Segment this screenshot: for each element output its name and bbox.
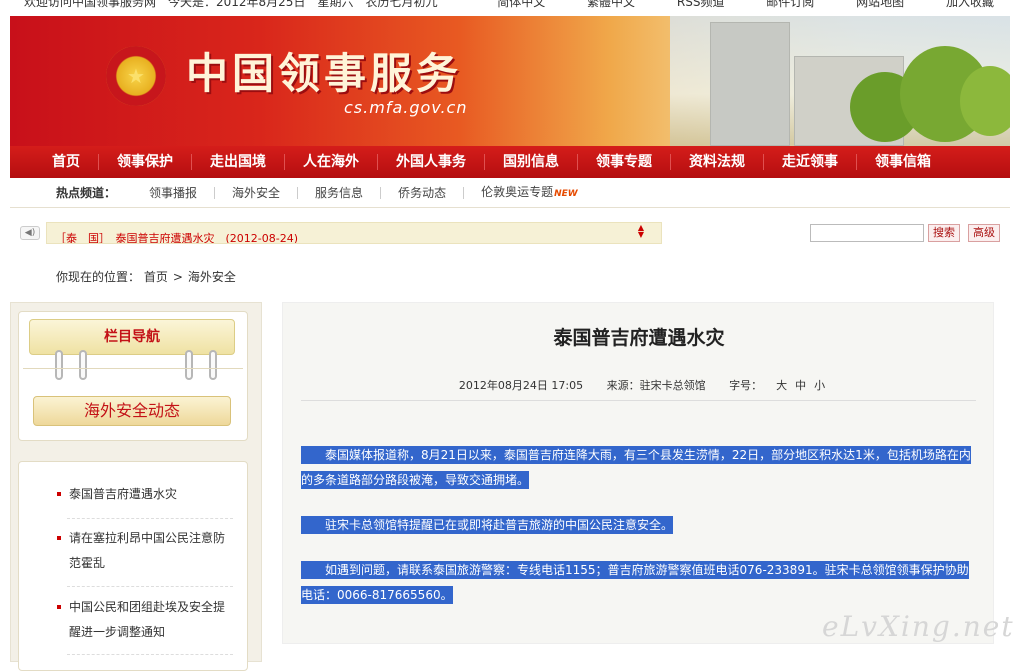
banner-building [710, 22, 790, 146]
selected-text: 泰国媒体报道称，8月21日以来，泰国普吉府连降大雨，有三个县发生涝情，22日，部… [301, 446, 971, 489]
article-list: 泰国普吉府遭遇水灾 请在塞拉利昂中国公民注意防范霍乱 中国公民和团组赴埃及安全提… [18, 461, 248, 671]
article-paragraph: 驻宋卡总领馆特提醒已在或即将赴普吉旅游的中国公民注意安全。 [301, 513, 977, 538]
list-item-label: 请在塞拉利昂中国公民注意防范霍乱 [69, 531, 226, 570]
nav-item-going-abroad[interactable]: 走出国境 [192, 154, 285, 170]
national-emblem-icon: ★ [106, 46, 166, 106]
ticker-scroll-arrows-icon[interactable]: ▲ ▼ [636, 224, 646, 239]
new-badge: NEW [554, 188, 578, 199]
hot-channel-london-olympics-label: 伦敦奥运专题 [481, 184, 554, 199]
nav-item-regulations[interactable]: 资料法规 [671, 154, 764, 170]
article-paragraph: 泰国媒体报道称，8月21日以来，泰国普吉府连降大雨，有三个县发生涝情，22日，部… [301, 443, 977, 493]
advanced-search-button[interactable]: 高级 [968, 224, 1000, 242]
hot-channel-overseas-chinese[interactable]: 侨务动态 [381, 186, 465, 199]
article-meta: 2012年08月24日 17:05 来源：驻宋卡总领馆 字号： 大中小 [283, 377, 995, 393]
top-bar: 欢迎访问中国领事服务网 今天是：2012年8月25日 星期六 农历七月初九 简体… [0, 0, 1028, 14]
nav-item-consular-mailbox[interactable]: 领事信箱 [857, 154, 949, 170]
list-item-label: 中国公民和团组赴埃及安全提醒进一步调整通知 [69, 600, 226, 639]
nav-item-overseas[interactable]: 人在海外 [285, 154, 378, 170]
top-link-favorite[interactable]: 加入收藏 [946, 0, 994, 9]
hot-channel-service-info[interactable]: 服务信息 [298, 186, 382, 199]
top-link-subscribe[interactable]: 邮件订阅 [766, 0, 814, 9]
hot-channel-consular-news[interactable]: 领事播报 [132, 186, 216, 199]
article-date: 2012年08月24日 17:05 [458, 379, 584, 392]
hot-channel-london-olympics[interactable]: 伦敦奥运专题NEW [464, 186, 595, 200]
top-link-sitemap[interactable]: 网站地图 [856, 0, 904, 9]
nav-item-home[interactable]: 首页 [34, 154, 99, 170]
list-item[interactable]: 中国公民和团组赴埃及安全提醒进一步调整通知 [57, 595, 229, 645]
list-item[interactable]: 请在塞拉利昂中国公民注意防范霍乱 [57, 526, 229, 576]
sidebar: 栏目导航 海外安全动态 泰国普吉府遭遇水灾 请在塞拉利昂中国公民注意防范霍乱 中… [10, 302, 262, 671]
hot-channels-bar: 热点频道： 领事播报 海外安全 服务信息 侨务动态 伦敦奥运专题NEW [10, 178, 1010, 208]
breadcrumb-home[interactable]: 首页 [144, 270, 168, 284]
news-ticker-bar: ◀) ［泰 国］ 泰国普吉府遭遇水灾 (2012-08-24) ▲ ▼ 搜索 高级 [10, 214, 1010, 252]
site-banner: ★ 中国领事服务 cs.mfa.gov.cn [10, 16, 1010, 146]
selected-text: 驻宋卡总领馆特提醒已在或即将赴普吉旅游的中国公民注意安全。 [301, 516, 674, 534]
font-size-label: 字号： [729, 379, 763, 392]
watermark: eLvXing.net [822, 610, 1015, 643]
breadcrumb-label: 你现在的位置： [56, 270, 141, 284]
list-divider [67, 518, 233, 519]
notepad-edge [23, 368, 243, 386]
top-link-simplified[interactable]: 简体中文 [497, 0, 545, 9]
top-link-rss[interactable]: RSS频道 [677, 0, 725, 9]
list-item-label: 泰国普吉府遭遇水灾 [69, 487, 178, 501]
selected-text: 如遇到问题，请联系泰国旅游警察：专线电话1155；普吉府旅游警察值班电话076-… [301, 561, 969, 604]
search-input[interactable] [810, 224, 924, 242]
site-logo-title[interactable]: 中国领事服务 [186, 40, 462, 101]
nav-item-consular-protection[interactable]: 领事保护 [99, 154, 192, 170]
breadcrumb-current[interactable]: 海外安全 [188, 270, 236, 284]
list-divider [67, 654, 233, 655]
top-links: 简体中文 繁體中文 RSS频道 邮件订阅 网站地图 加入收藏 [459, 0, 994, 10]
article-paragraph: 如遇到问题，请联系泰国旅游警察：专线电话1155；普吉府旅游警察值班电话076-… [301, 558, 977, 608]
top-link-traditional[interactable]: 繁體中文 [587, 0, 635, 9]
nav-item-consular-topics[interactable]: 领事专题 [578, 154, 671, 170]
nav-item-about-consular[interactable]: 走近领事 [764, 154, 857, 170]
list-item[interactable]: 泰国普吉府遭遇水灾 [57, 482, 229, 507]
hot-channels-label: 热点频道： [56, 186, 117, 200]
article-title: 泰国普吉府遭遇水灾 [553, 327, 725, 349]
bullet-icon [57, 605, 61, 609]
article-source: 来源：驻宋卡总领馆 [606, 379, 706, 392]
list-divider [67, 586, 233, 587]
main-nav: 首页 领事保护 走出国境 人在海外 外国人事务 国别信息 领事专题 资料法规 走… [10, 146, 1010, 178]
font-size-small[interactable]: 小 [814, 379, 825, 392]
hot-channel-overseas-safety[interactable]: 海外安全 [215, 186, 299, 199]
font-size-medium[interactable]: 中 [795, 379, 806, 392]
speaker-icon[interactable]: ◀) [20, 226, 40, 240]
search-button[interactable]: 搜索 [928, 224, 960, 242]
section-button-overseas-safety[interactable]: 海外安全动态 [33, 396, 231, 426]
nav-item-country-info[interactable]: 国别信息 [485, 154, 578, 170]
column-nav-box: 栏目导航 海外安全动态 [18, 311, 248, 441]
welcome-text: 欢迎访问中国领事服务网 今天是：2012年8月25日 星期六 农历七月初九 [24, 0, 438, 9]
font-size-large[interactable]: 大 [776, 379, 787, 392]
article-panel: 泰国普吉府遭遇水灾 2012年08月24日 17:05 来源：驻宋卡总领馆 字号… [282, 302, 994, 644]
site-url: cs.mfa.gov.cn [344, 98, 468, 117]
breadcrumb-separator: > [172, 270, 183, 284]
article-divider [301, 400, 976, 401]
nav-item-foreigner-affairs[interactable]: 外国人事务 [378, 154, 485, 170]
bullet-icon [57, 536, 61, 540]
breadcrumb: 你现在的位置： 首页 > 海外安全 [56, 268, 236, 285]
bullet-icon [57, 492, 61, 496]
news-ticker[interactable]: ［泰 国］ 泰国普吉府遭遇水灾 (2012-08-24) [46, 222, 662, 244]
